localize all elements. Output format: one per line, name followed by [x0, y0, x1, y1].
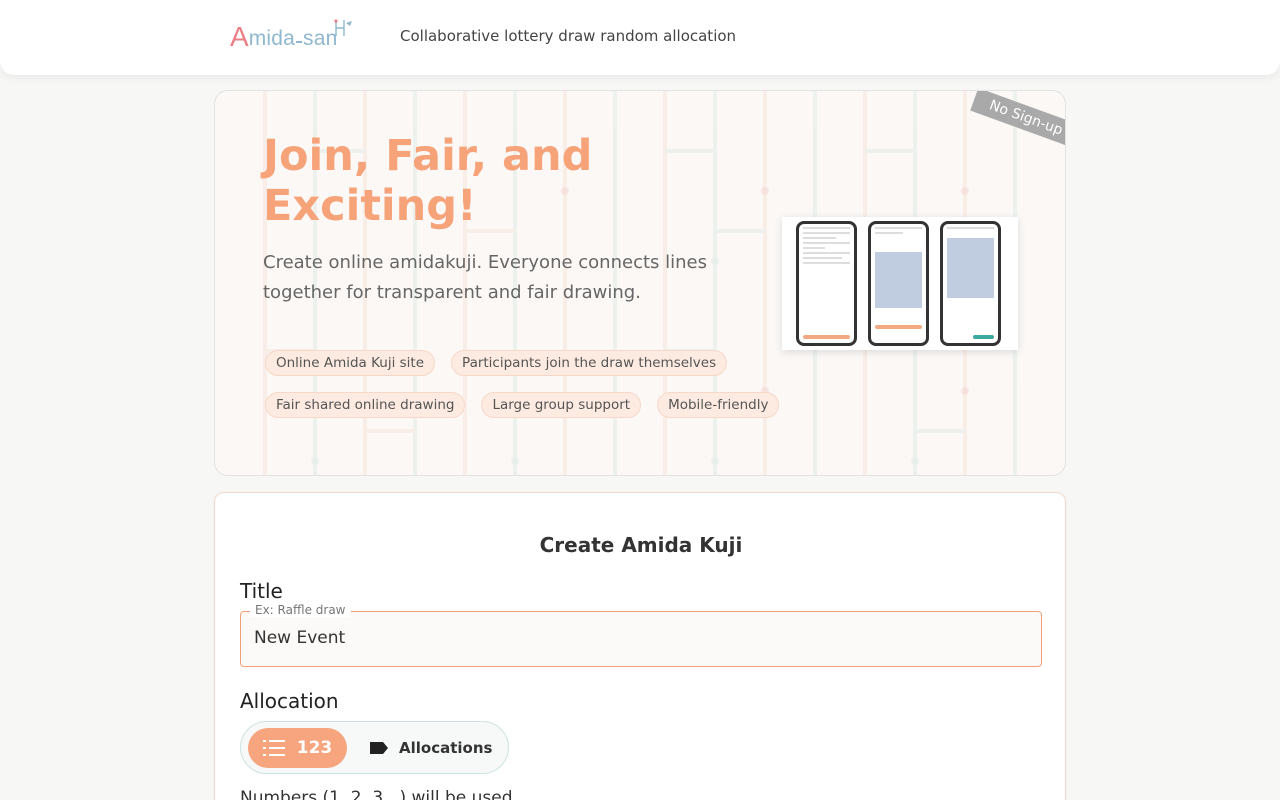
phone-mockup	[868, 221, 929, 346]
label-tag-icon	[370, 742, 388, 754]
header-tagline: Collaborative lottery draw random alloca…	[400, 27, 737, 45]
site-header: A mida san Collaborative lottery draw ra…	[0, 0, 1280, 75]
numbers-mode-button[interactable]: 123	[248, 728, 347, 768]
title-input-value[interactable]: New Event	[254, 628, 345, 648]
logo-mid: mida	[248, 27, 296, 50]
feature-chips: Online Amida Kuji site Participants join…	[265, 350, 785, 434]
title-input-placeholder: Ex: Raffle draw	[250, 603, 351, 617]
allocation-mode-toggle: 123 Allocations	[240, 721, 509, 774]
title-input[interactable]: Ex: Raffle draw New Event	[240, 603, 1042, 667]
feature-chip: Online Amida Kuji site	[265, 350, 436, 376]
title-label: Title	[240, 579, 283, 603]
allocations-mode-button[interactable]: Allocations	[369, 728, 499, 768]
chip-row: Fair shared online drawing Large group s…	[265, 392, 785, 418]
chip-row: Online Amida Kuji site Participants join…	[265, 350, 785, 376]
allocations-mode-label: Allocations	[399, 739, 493, 757]
phone-mockup	[940, 221, 1001, 346]
feature-chip: Participants join the draw themselves	[451, 350, 728, 376]
feature-chip: Large group support	[481, 392, 642, 418]
site-logo[interactable]: A mida san	[230, 18, 352, 52]
numbers-mode-label: 123	[296, 738, 333, 758]
hero-section: Join, Fair, and Exciting! Create online …	[214, 90, 1066, 476]
app-screenshots-image	[782, 217, 1018, 350]
feature-chip: Fair shared online drawing	[265, 392, 466, 418]
allocation-label: Allocation	[240, 689, 339, 713]
feature-chip: Mobile-friendly	[657, 392, 780, 418]
amida-logo-icon	[334, 19, 352, 36]
logo-dash	[296, 41, 303, 43]
phone-mockup	[796, 221, 857, 346]
hero-description: Create online amidakuji. Everyone connec…	[263, 252, 707, 303]
logo-initial: A	[230, 21, 249, 52]
form-heading: Create Amida Kuji	[539, 533, 743, 557]
list-numbered-icon	[262, 740, 285, 756]
hero-title: Join, Fair, and Exciting!	[263, 131, 593, 231]
allocation-note: Numbers (1, 2, 3...) will be used	[240, 788, 513, 800]
create-form-card: Create Amida Kuji Title Ex: Raffle draw …	[214, 492, 1066, 800]
